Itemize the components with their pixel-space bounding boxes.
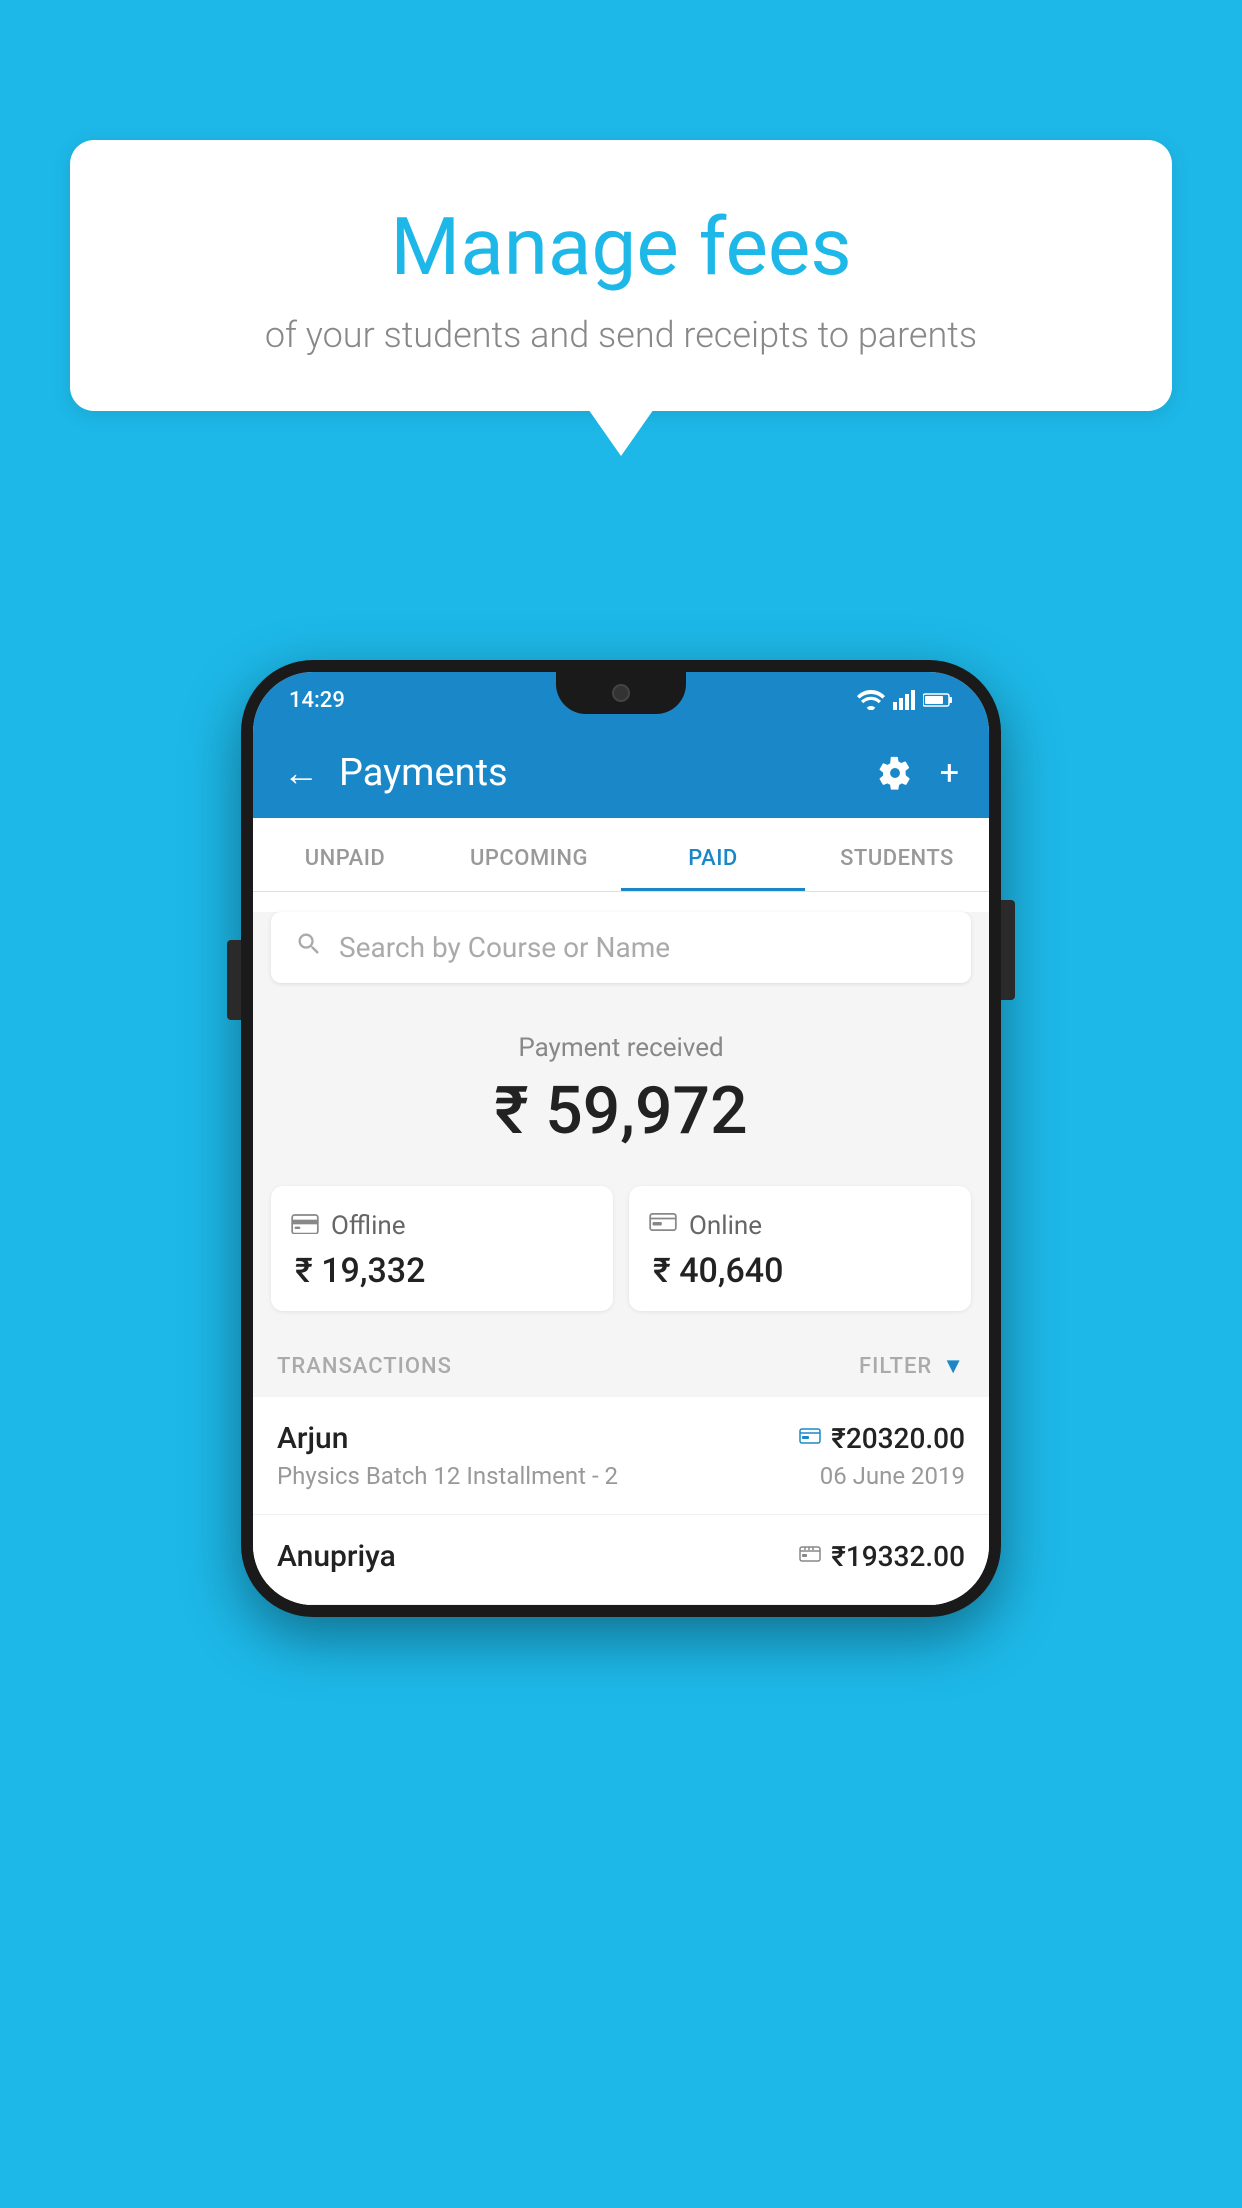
transaction-name: Arjun [277,1421,348,1456]
search-placeholder-text: Search by Course or Name [339,931,670,964]
offline-card-header: Offline [291,1210,593,1241]
transaction-row-top: Arjun ₹20320.00 [277,1421,965,1456]
transaction-row-top: Anupriya ₹19332.00 [277,1539,965,1574]
transaction-name: Anupriya [277,1539,396,1574]
filter-button[interactable]: FILTER ▼ [859,1353,965,1379]
notch [556,672,686,714]
transaction-type-icon [799,1426,821,1451]
search-icon [295,930,323,965]
transaction-amount-wrap: ₹19332.00 [799,1540,965,1573]
phone-wrapper: 14:29 [241,660,1001,1617]
payment-received-section: Payment received ₹ 59,972 [253,1003,989,1170]
online-card-header: Online [649,1210,951,1241]
phone-screen: 14:29 [253,672,989,1605]
tab-upcoming[interactable]: UPCOMING [437,818,621,891]
speech-bubble-title: Manage fees [120,200,1122,294]
speech-bubble: Manage fees of your students and send re… [70,140,1172,411]
online-label: Online [689,1211,762,1241]
online-amount: ₹ 40,640 [649,1251,951,1291]
search-bar[interactable]: Search by Course or Name [271,912,971,983]
settings-icon[interactable] [878,756,912,790]
transactions-label: TRANSACTIONS [277,1354,452,1379]
app-header: ← Payments + [253,728,989,818]
status-bar: 14:29 [253,672,989,728]
payment-received-amount: ₹ 59,972 [273,1073,969,1150]
header-actions: + [878,753,959,793]
offline-icon [291,1210,319,1241]
tabs-container: UNPAID UPCOMING PAID STUDENTS [253,818,989,892]
signal-icon [893,690,915,710]
transaction-row[interactable]: Anupriya ₹19332.00 [253,1515,989,1605]
transaction-row-bottom: Physics Batch 12 Installment - 2 06 June… [277,1462,965,1490]
filter-icon: ▼ [942,1353,965,1379]
battery-icon [923,692,953,708]
speech-bubble-container: Manage fees of your students and send re… [70,140,1172,411]
offline-label: Offline [331,1211,406,1241]
transactions-header: TRANSACTIONS FILTER ▼ [253,1335,989,1397]
offline-amount: ₹ 19,332 [291,1251,593,1291]
payment-cards-container: Offline ₹ 19,332 [253,1170,989,1335]
payment-received-label: Payment received [273,1033,969,1063]
online-icon [649,1210,677,1241]
tab-paid[interactable]: PAID [621,818,805,891]
online-payment-card: Online ₹ 40,640 [629,1186,971,1311]
camera [612,684,630,702]
status-time: 14:29 [289,688,345,713]
page-title: Payments [339,751,858,795]
transaction-amount: ₹20320.00 [831,1422,965,1455]
status-icons [857,690,953,710]
content-area: Search by Course or Name Payment receive… [253,912,989,1605]
filter-label: FILTER [859,1354,932,1379]
speech-bubble-subtitle: of your students and send receipts to pa… [120,314,1122,356]
transaction-row[interactable]: Arjun ₹20320.00 [253,1397,989,1515]
phone: 14:29 [241,660,1001,1617]
back-button[interactable]: ← [283,752,319,794]
transaction-amount-wrap: ₹20320.00 [799,1422,965,1455]
transaction-amount: ₹19332.00 [831,1540,965,1573]
transaction-course: Physics Batch 12 Installment - 2 [277,1462,618,1490]
tab-students[interactable]: STUDENTS [805,818,989,891]
wifi-icon [857,690,885,710]
transaction-type-icon [799,1544,821,1569]
add-button[interactable]: + [940,753,959,793]
transaction-date: 06 June 2019 [820,1462,965,1490]
tab-unpaid[interactable]: UNPAID [253,818,437,891]
offline-payment-card: Offline ₹ 19,332 [271,1186,613,1311]
